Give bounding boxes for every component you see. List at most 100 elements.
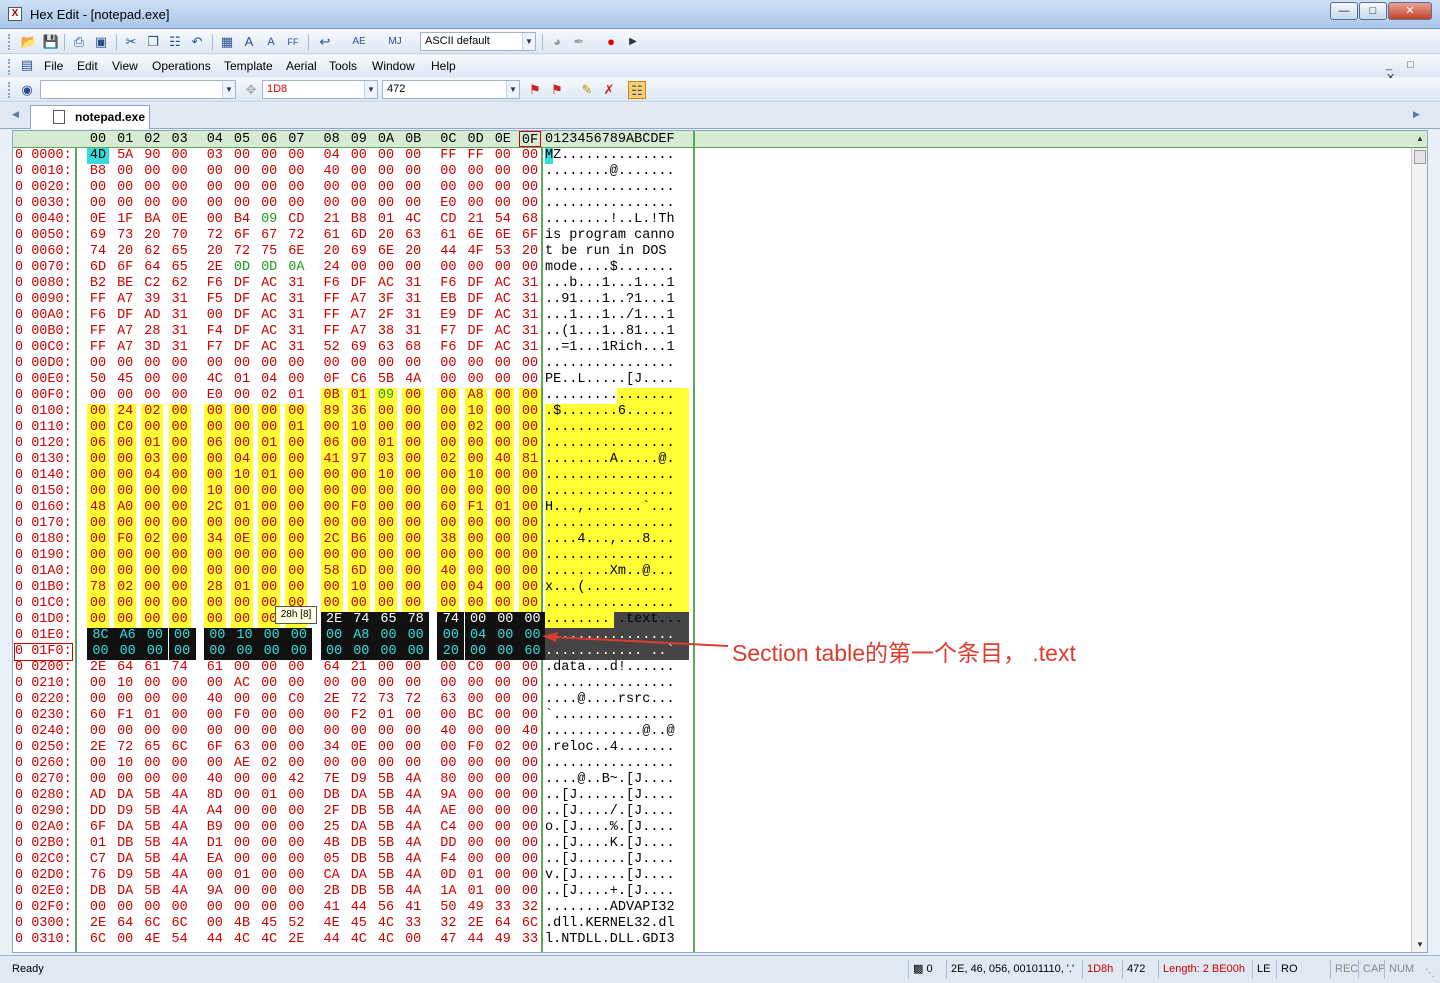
hex-byte[interactable]: 00 xyxy=(168,628,196,644)
hex-byte[interactable]: F4 xyxy=(204,324,226,340)
hex-byte[interactable]: 00 xyxy=(169,756,191,772)
wrap-icon[interactable]: ↩ xyxy=(316,33,334,51)
hex-byte[interactable]: 00 xyxy=(114,596,137,612)
hex-row[interactable]: 0 01C0: 00 00 00 00 00 00 00 00 00 00 00 00 00 00 00 00.… xyxy=(13,596,693,612)
hex-byte[interactable]: 00 xyxy=(285,900,307,916)
menu-view[interactable]: View xyxy=(112,59,138,73)
hex-byte[interactable]: DB xyxy=(114,836,136,852)
hex-byte[interactable]: 00 xyxy=(285,756,307,772)
hex-byte[interactable]: 00 xyxy=(519,804,541,820)
hex-byte[interactable]: 20 xyxy=(375,228,397,244)
hex-row[interactable]: 0 0120: 06 00 01 00 06 00 01 00 06 00 01 00 00 00 00 00.… xyxy=(13,436,693,452)
hex-byte[interactable]: 10 xyxy=(464,404,487,420)
hex-byte[interactable]: 00 xyxy=(519,180,541,196)
hex-byte[interactable]: 00 xyxy=(204,724,226,740)
hex-byte[interactable]: 1F xyxy=(114,212,136,228)
ascii-text[interactable]: ..[J......[J.... xyxy=(545,852,675,868)
hex-byte[interactable]: 40 xyxy=(321,164,343,180)
hex-byte[interactable]: 00 xyxy=(231,660,253,676)
hex-byte[interactable]: 00 xyxy=(348,196,370,212)
hex-byte[interactable]: 00 xyxy=(87,772,109,788)
hex-byte[interactable]: 5B xyxy=(141,836,163,852)
hex-byte[interactable]: 38 xyxy=(375,324,397,340)
hex-byte[interactable]: 48 xyxy=(87,500,109,516)
hex-byte[interactable]: 41 xyxy=(402,900,424,916)
hex-byte[interactable]: 00 xyxy=(402,388,425,404)
hex-byte[interactable]: 00 xyxy=(231,852,253,868)
hex-byte[interactable]: DB xyxy=(348,836,370,852)
hex-byte[interactable]: 20 xyxy=(141,228,163,244)
hex-byte[interactable]: 00 xyxy=(258,452,281,468)
hex-byte[interactable]: 61 xyxy=(204,660,226,676)
hex-byte[interactable]: 6F xyxy=(519,228,541,244)
hex-byte[interactable]: F1 xyxy=(114,708,136,724)
hex-row[interactable]: 0 0040: 0E 1F BA 0E 00 B4 09 CD 21 B8 01 4C CD 21 54 68.… xyxy=(13,212,693,228)
hex-row[interactable]: 0 00D0: 00 00 00 00 00 00 00 00 00 00 00 00 00 00 00 00.… xyxy=(13,356,693,372)
hex-byte[interactable]: 00 xyxy=(258,404,281,420)
ascii-text[interactable]: ................ xyxy=(545,756,675,772)
hex-byte[interactable]: 00 xyxy=(519,868,541,884)
hex-byte[interactable]: 76 xyxy=(87,868,109,884)
hex-byte[interactable]: 61 xyxy=(321,228,343,244)
hex-byte[interactable]: 00 xyxy=(437,628,465,644)
hex-byte[interactable]: 00 xyxy=(258,724,280,740)
ascii-text[interactable]: ..[J....+.[J.... xyxy=(545,884,675,900)
hex-byte[interactable]: 00 xyxy=(285,148,307,164)
hex-byte[interactable]: 00 xyxy=(492,372,514,388)
hex-byte[interactable]: 00 xyxy=(141,900,163,916)
hex-byte[interactable]: 00 xyxy=(231,356,253,372)
tab-scroll-right-icon[interactable]: ▶ xyxy=(1413,109,1420,120)
hex-byte[interactable]: 00 xyxy=(320,484,343,500)
hex-byte[interactable]: 03 xyxy=(141,452,164,468)
ascii-text[interactable]: mode....$....... xyxy=(545,260,675,276)
hex-byte[interactable]: 00 xyxy=(402,420,425,436)
hex-byte[interactable]: 31 xyxy=(519,324,541,340)
hex-byte[interactable]: 00 xyxy=(402,580,425,596)
hex-byte[interactable]: F0 xyxy=(465,740,487,756)
jump-icon[interactable]: ✥ xyxy=(242,81,260,99)
hex-byte[interactable]: 20 xyxy=(204,244,226,260)
hex-byte[interactable]: A8 xyxy=(347,628,375,644)
hex-byte[interactable]: FF xyxy=(87,340,109,356)
hex-byte[interactable]: 10 xyxy=(347,420,370,436)
hex-byte[interactable]: 40 xyxy=(204,692,226,708)
hex-byte[interactable]: 4A xyxy=(169,788,191,804)
hex-byte[interactable]: FF xyxy=(465,148,487,164)
hex-byte[interactable]: 33 xyxy=(492,900,514,916)
hex-byte[interactable]: 00 xyxy=(141,372,163,388)
hex-byte[interactable]: 1A xyxy=(437,884,459,900)
hex-row[interactable]: 0 0060: 74 20 62 65 20 72 75 6E 20 69 6E 20 44 4F 53 20 t… xyxy=(13,244,693,260)
hex-byte[interactable]: FF xyxy=(437,148,459,164)
ascii-text[interactable]: ..[J......[J.... xyxy=(545,788,675,804)
hex-byte[interactable]: DD xyxy=(87,804,109,820)
hex-byte[interactable]: 01 xyxy=(375,436,397,452)
hex-byte[interactable]: 68 xyxy=(519,212,541,228)
hex-byte[interactable]: 6F xyxy=(87,820,109,836)
hex-byte[interactable]: 0E xyxy=(87,212,109,228)
hex-byte[interactable]: 00 xyxy=(141,420,164,436)
hex-byte[interactable]: 00 xyxy=(285,580,308,596)
hex-byte[interactable]: 00 xyxy=(258,148,280,164)
hex-byte[interactable]: 00 xyxy=(491,436,514,452)
hex-byte[interactable]: 00 xyxy=(141,580,164,596)
hex-byte[interactable]: 65 xyxy=(169,260,191,276)
hex-byte[interactable]: 00 xyxy=(258,356,280,372)
hex-byte[interactable]: 49 xyxy=(492,932,514,948)
hex-byte[interactable]: 45 xyxy=(114,372,136,388)
hex-byte[interactable]: 00 xyxy=(375,356,397,372)
hex-byte[interactable]: 34 xyxy=(321,740,343,756)
hex-byte[interactable]: 00 xyxy=(519,548,541,564)
hex-byte[interactable]: 5B xyxy=(375,788,397,804)
hex-byte[interactable]: FF xyxy=(87,292,109,308)
hex-byte[interactable]: 6C xyxy=(141,916,163,932)
hex-byte[interactable]: DF xyxy=(231,292,253,308)
font-smaller-icon[interactable]: A xyxy=(262,33,280,51)
hex-byte[interactable]: 6C xyxy=(169,740,191,756)
ascii-text[interactable]: t be run in DOS xyxy=(545,244,675,260)
hex-byte[interactable]: 00 xyxy=(321,676,343,692)
hex-byte[interactable]: 00 xyxy=(375,580,397,596)
hex-byte[interactable]: 00 xyxy=(258,820,280,836)
hex-byte[interactable]: 5B xyxy=(375,836,397,852)
hex-byte[interactable]: 00 xyxy=(285,708,307,724)
hex-byte[interactable]: 00 xyxy=(519,820,541,836)
